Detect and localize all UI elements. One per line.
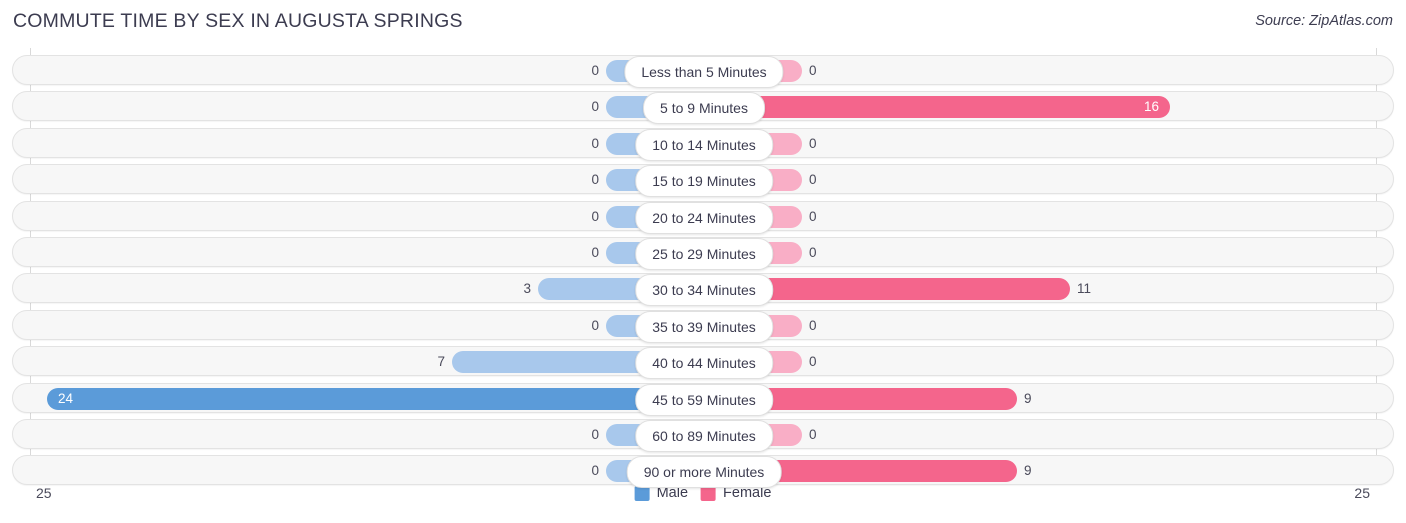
table-row[interactable]: 24 9 45 to 59 Minutes bbox=[12, 382, 1395, 416]
bar-female[interactable]: 11 bbox=[740, 278, 1091, 301]
row-inner: 0 0 10 to 14 Minutes bbox=[13, 128, 1395, 161]
row-inner: 24 9 45 to 59 Minutes bbox=[13, 383, 1395, 416]
category-label: 5 to 9 Minutes bbox=[643, 92, 765, 125]
row-inner: 0 16 5 to 9 Minutes bbox=[13, 92, 1395, 125]
axis-tick-left: 25 bbox=[36, 485, 52, 501]
bar-female[interactable]: 9 bbox=[740, 387, 1032, 410]
table-row[interactable]: 0 0 25 to 29 Minutes bbox=[12, 237, 1395, 270]
row-inner: 7 0 40 to 44 Minutes bbox=[13, 347, 1395, 380]
row-inner: 0 0 15 to 19 Minutes bbox=[13, 165, 1395, 198]
table-row[interactable]: 0 0 Less than 5 Minutes bbox=[12, 55, 1395, 88]
table-row[interactable]: 7 0 40 to 44 Minutes bbox=[12, 346, 1395, 380]
bar-value-male: 24 bbox=[58, 390, 74, 406]
bar-value-male: 0 bbox=[591, 208, 599, 224]
category-label: 20 to 24 Minutes bbox=[635, 201, 773, 234]
bar-value-female: 0 bbox=[809, 354, 817, 370]
category-label: 35 to 39 Minutes bbox=[635, 310, 773, 343]
bar-value-male: 0 bbox=[591, 172, 599, 188]
bar-value-male: 7 bbox=[437, 354, 445, 370]
bar-value-female: 0 bbox=[809, 208, 817, 224]
bar-value-female: 16 bbox=[1143, 99, 1159, 115]
bar-value-female: 0 bbox=[809, 135, 817, 151]
row-inner: 3 11 30 to 34 Minutes bbox=[13, 274, 1395, 307]
bar-value-female: 0 bbox=[809, 427, 817, 442]
category-label: 30 to 34 Minutes bbox=[635, 274, 773, 307]
category-label: 10 to 14 Minutes bbox=[635, 128, 773, 161]
row-inner: 0 0 35 to 39 Minutes bbox=[13, 310, 1395, 343]
bar-value-male: 0 bbox=[591, 317, 599, 333]
bar-value-female: 0 bbox=[809, 317, 817, 333]
table-row[interactable]: 0 0 15 to 19 Minutes bbox=[12, 164, 1395, 198]
category-label: 45 to 59 Minutes bbox=[635, 383, 773, 416]
table-row[interactable]: 0 0 20 to 24 Minutes bbox=[12, 200, 1395, 234]
chart-root: COMMUTE TIME BY SEX IN AUGUSTA SPRINGS S… bbox=[0, 0, 1406, 523]
row-inner: 0 0 25 to 29 Minutes bbox=[13, 238, 1395, 270]
category-label: 90 or more Minutes bbox=[626, 456, 782, 489]
bar-value-male: 3 bbox=[523, 281, 531, 297]
bar-value-male: 0 bbox=[591, 245, 599, 260]
bar-male[interactable]: 24 bbox=[47, 387, 668, 410]
axis-tick-right: 25 bbox=[1354, 485, 1370, 501]
category-label: 25 to 29 Minutes bbox=[635, 238, 773, 270]
category-label: Less than 5 Minutes bbox=[624, 56, 784, 88]
table-row[interactable]: 0 0 60 to 89 Minutes bbox=[12, 419, 1395, 452]
bar-value-female: 11 bbox=[1077, 281, 1092, 297]
bar-female[interactable]: 16 bbox=[740, 96, 1170, 119]
row-inner: 0 0 60 to 89 Minutes bbox=[13, 420, 1395, 452]
category-label: 60 to 89 Minutes bbox=[635, 420, 773, 452]
table-row[interactable]: 0 0 35 to 39 Minutes bbox=[12, 309, 1395, 343]
bar-value-female: 9 bbox=[1024, 390, 1032, 406]
row-inner: 0 0 20 to 24 Minutes bbox=[13, 201, 1395, 234]
bar-value-female: 0 bbox=[809, 245, 817, 260]
bar-value-female: 0 bbox=[809, 63, 817, 78]
bar-value-male: 0 bbox=[591, 427, 599, 442]
table-row[interactable]: 3 11 30 to 34 Minutes bbox=[12, 273, 1395, 307]
category-label: 40 to 44 Minutes bbox=[635, 347, 773, 380]
table-row[interactable]: 0 16 5 to 9 Minutes bbox=[12, 91, 1395, 125]
category-label: 15 to 19 Minutes bbox=[635, 165, 773, 198]
row-inner: 0 0 Less than 5 Minutes bbox=[13, 56, 1395, 88]
page-title: COMMUTE TIME BY SEX IN AUGUSTA SPRINGS bbox=[13, 10, 463, 32]
bar-value-male: 0 bbox=[591, 63, 599, 78]
bar-value-female: 0 bbox=[809, 172, 817, 188]
bar-value-male: 0 bbox=[591, 135, 599, 151]
plot-area: 0 0 Less than 5 Minutes 0 16 5 to 9 Minutes 0 0… bbox=[0, 48, 1406, 489]
source-attribution: Source: ZipAtlas.com bbox=[1255, 13, 1393, 29]
bar-value-male: 0 bbox=[591, 99, 599, 115]
table-row[interactable]: 0 0 10 to 14 Minutes bbox=[12, 127, 1395, 161]
